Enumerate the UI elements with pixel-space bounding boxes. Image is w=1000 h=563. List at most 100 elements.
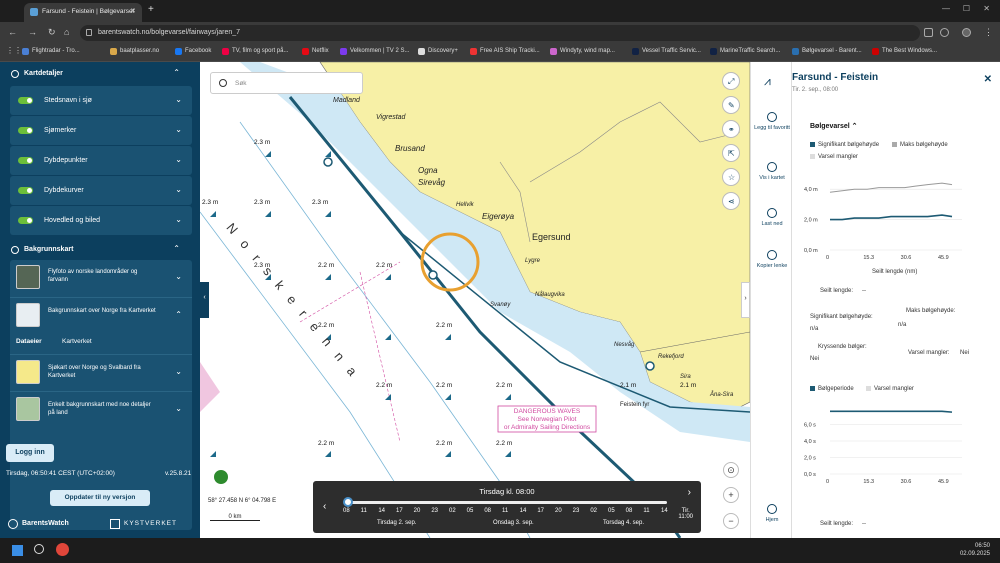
- previous-icon[interactable]: ‹: [323, 501, 326, 512]
- bookmark[interactable]: TV, film og sport på...: [222, 48, 288, 55]
- home-icon[interactable]: ⌂: [64, 27, 69, 37]
- collapse-right-panel-button[interactable]: ›: [741, 282, 750, 318]
- layer-toggle-place-names[interactable]: Stedsnavn i sjø ⌄: [10, 86, 192, 115]
- chevron-down-icon[interactable]: ⌄: [175, 155, 182, 164]
- chevron-down-icon[interactable]: ⌄: [175, 95, 182, 104]
- copy-link-button[interactable]: Kopier lenke: [751, 250, 793, 269]
- bookmark[interactable]: Windyty, wind map...: [550, 48, 615, 55]
- slider-handle[interactable]: [343, 497, 353, 507]
- login-button[interactable]: Logg inn: [6, 444, 54, 462]
- time-slider[interactable]: Tirsdag kl. 08:00 ‹ › 08 11 14 17 20 23 02 05 08…: [313, 481, 701, 533]
- bookmark[interactable]: Vessel Traffic Servic...: [632, 48, 701, 55]
- wave-forecast-header[interactable]: Bølgevarsel ⌃: [810, 122, 858, 130]
- chart-icon[interactable]: ⩘: [764, 74, 771, 89]
- add-favorite-button[interactable]: Legg til favoritt: [751, 112, 793, 131]
- bookmark[interactable]: baatplasser.no: [110, 48, 159, 55]
- windows-start-icon[interactable]: [12, 545, 23, 556]
- search-input[interactable]: Søk: [210, 72, 363, 94]
- toggle-switch[interactable]: [18, 187, 33, 194]
- chevron-down-icon[interactable]: ⌄: [175, 185, 182, 194]
- chevron-up-icon[interactable]: ⌃: [175, 310, 182, 319]
- place-label: Eigerøya: [482, 212, 515, 221]
- slider-track[interactable]: [347, 501, 667, 504]
- chevron-down-icon[interactable]: ⌄: [175, 367, 182, 376]
- bg-option-simple[interactable]: Enkelt bakgrunnskart med noe detaljer på…: [10, 391, 192, 427]
- update-button-label: Oppdater til ny versjon: [64, 494, 136, 501]
- forward-icon[interactable]: →: [28, 27, 37, 37]
- bookmark[interactable]: Discovery+: [418, 48, 458, 55]
- bookmark[interactable]: Facebook: [175, 48, 211, 55]
- kystverket-logo[interactable]: KYSTVERKET: [110, 519, 177, 529]
- export-button[interactable]: ⇱: [722, 144, 740, 162]
- hour-tick: 20: [555, 508, 562, 514]
- close-tab-icon[interactable]: ✕: [130, 7, 136, 15]
- place-label: Madland: [333, 97, 360, 104]
- bookmark[interactable]: Netflix: [302, 48, 329, 55]
- collapse-left-panel-button[interactable]: ‹: [200, 282, 209, 318]
- menu-icon[interactable]: ⋮: [984, 27, 993, 38]
- layer-toggle-depth-curves[interactable]: Dybdekurver ⌄: [10, 176, 192, 205]
- layer-toggle-depth-points[interactable]: Dybdepunkter ⌄: [10, 146, 192, 175]
- star-icon: [767, 112, 777, 122]
- chevron-down-icon[interactable]: ⌄: [175, 404, 182, 413]
- share-button[interactable]: ⋖: [722, 192, 740, 210]
- site-info-icon[interactable]: [86, 29, 92, 36]
- close-icon[interactable]: ✕: [984, 74, 992, 85]
- minimize-icon[interactable]: —: [942, 4, 950, 13]
- chat-icon[interactable]: [212, 468, 230, 486]
- url-field[interactable]: barentswatch.no/bolgevarsel/fairways/jar…: [80, 25, 920, 41]
- next-icon[interactable]: ›: [688, 487, 691, 498]
- data-owner-link[interactable]: Kartverket: [62, 338, 92, 345]
- link-button[interactable]: ⚭: [722, 120, 740, 138]
- now-time: 11:00: [678, 514, 693, 520]
- stat-value: --: [862, 521, 866, 527]
- chrome-icon[interactable]: [56, 543, 69, 556]
- star-icon[interactable]: [940, 28, 949, 37]
- new-tab-icon[interactable]: +: [148, 4, 154, 15]
- fullscreen-button[interactable]: ⤢: [722, 72, 740, 90]
- close-window-icon[interactable]: ✕: [983, 4, 990, 13]
- bg-option-aerial[interactable]: Flyfoto av norske landområder og farvann…: [10, 260, 192, 296]
- bookmark[interactable]: Free AIS Ship Tracki...: [470, 48, 540, 55]
- home-icon: [767, 504, 777, 514]
- toggle-switch[interactable]: [18, 97, 33, 104]
- search-icon[interactable]: [34, 544, 44, 554]
- toggle-switch[interactable]: [18, 217, 33, 224]
- maximize-icon[interactable]: ☐: [963, 4, 970, 13]
- map-canvas[interactable]: 2.3 m 2.3 m 2.3 m 2.3 m 2.3 m 2.2 m 2.2 …: [200, 62, 750, 538]
- avatar[interactable]: [962, 28, 971, 37]
- bookmark[interactable]: Flightradar - Tro...: [22, 48, 80, 55]
- bg-option-sea-chart[interactable]: Sjøkart over Norge og Svalbard fra Kartv…: [10, 354, 192, 390]
- bookmark[interactable]: Bølgevarsel - Barent...: [792, 48, 862, 55]
- home-button[interactable]: Hjem: [751, 504, 793, 523]
- url-text: barentswatch.no/bolgevarsel/fairways/jar…: [98, 29, 241, 36]
- reload-icon[interactable]: ↻: [48, 27, 56, 38]
- bookmark[interactable]: MarineTraffic Search...: [710, 48, 780, 55]
- barentswatch-logo[interactable]: BarentsWatch: [8, 519, 69, 529]
- apps-icon[interactable]: ⋮⋮: [6, 46, 22, 55]
- toggle-switch[interactable]: [18, 127, 33, 134]
- layer-toggle-fairways[interactable]: Hovedled og biled ⌄: [10, 206, 192, 235]
- show-on-map-button[interactable]: Vis i kartet: [751, 162, 793, 181]
- favorite-button[interactable]: ☆: [722, 168, 740, 186]
- zoom-in-button[interactable]: +: [723, 487, 739, 503]
- place-label: Sira: [680, 374, 691, 380]
- cast-icon[interactable]: [924, 28, 933, 37]
- bookmark[interactable]: The Best Windows...: [872, 48, 937, 55]
- chevron-down-icon[interactable]: ⌄: [175, 215, 182, 224]
- bg-option-kartverket[interactable]: Bakgrunnskart over Norge fra Kartverket …: [10, 297, 192, 333]
- chevron-down-icon[interactable]: ⌄: [175, 125, 182, 134]
- bookmark[interactable]: Velkommen | TV 2 S...: [340, 48, 409, 55]
- update-version-button[interactable]: Oppdater til ny versjon: [50, 490, 150, 506]
- browser-tab[interactable]: Farsund - Feistein | Bølgevarsel ✕: [24, 3, 142, 22]
- download-button[interactable]: Last ned: [751, 208, 793, 227]
- back-icon[interactable]: ←: [8, 27, 17, 37]
- layer-toggle-sea-marks[interactable]: Sjømerker ⌄: [10, 116, 192, 145]
- toggle-switch[interactable]: [18, 157, 33, 164]
- map-details-header[interactable]: Kartdetaljer ⌃: [0, 64, 200, 84]
- background-map-header[interactable]: Bakgrunnskart ⌃: [0, 240, 200, 260]
- measure-button[interactable]: ✎: [722, 96, 740, 114]
- locate-button[interactable]: ⊙: [723, 462, 739, 478]
- chevron-down-icon[interactable]: ⌄: [175, 272, 182, 281]
- zoom-out-button[interactable]: −: [723, 513, 739, 529]
